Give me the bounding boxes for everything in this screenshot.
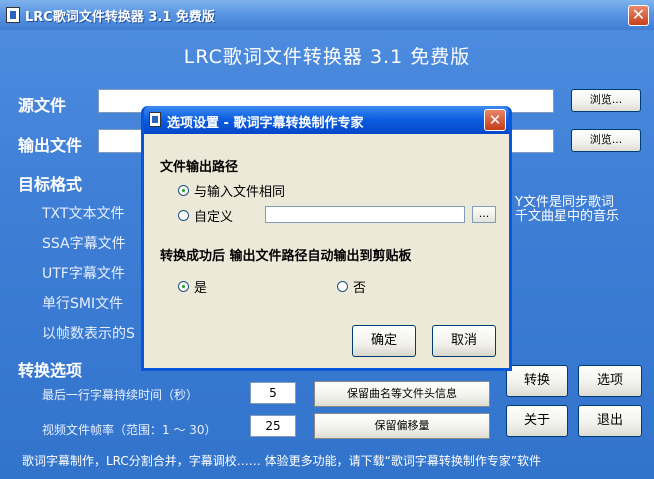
last-line-duration-label: 最后一行字幕持续时间（秒） (42, 388, 199, 402)
options-dialog: 选项设置 - 歌词字幕转换制作专家 ✕ 文件输出路径 与输入文件相同 自定义 .… (141, 106, 512, 371)
radio-clipboard-no-label: 否 (353, 281, 367, 296)
ok-button[interactable]: 确定 (352, 325, 416, 357)
dialog-title: 选项设置 - 歌词字幕转换制作专家 (167, 116, 364, 131)
radio-selected-icon (178, 281, 189, 292)
output-file-label: 输出文件 (18, 136, 83, 155)
dialog-close-button[interactable]: ✕ (484, 109, 506, 131)
title-bar[interactable]: LRC歌词文件转换器 3.1 免费版 ✕ (0, 0, 654, 30)
format-smi[interactable]: 单行SMI文件 (42, 293, 123, 313)
keep-header-button[interactable]: 保留曲名等文件头信息 (314, 381, 490, 407)
radio-custom[interactable]: 自定义 (178, 206, 233, 225)
output-browse-button[interactable]: 浏览... (571, 129, 641, 152)
dialog-app-icon (149, 112, 161, 127)
options-button[interactable]: 选项 (578, 365, 642, 397)
format-frames[interactable]: 以帧数表示的S (42, 323, 135, 343)
app-icon (6, 7, 20, 23)
output-path-heading: 文件输出路径 (160, 160, 239, 175)
radio-unselected-icon (337, 281, 348, 292)
radio-clipboard-yes-label: 是 (194, 281, 208, 296)
format-txt[interactable]: TXT文本文件 (42, 203, 124, 223)
fps-label: 视频文件帧率（范围：1 ～ 30） (42, 423, 217, 437)
convert-button[interactable]: 转换 (506, 365, 568, 397)
app-banner: LRC歌词文件转换器 3.1 免费版 (183, 46, 471, 68)
convert-options-label: 转换选项 (18, 361, 83, 380)
fps-input[interactable]: 25 (250, 415, 296, 437)
source-browse-button[interactable]: 浏览... (571, 89, 641, 112)
radio-custom-label: 自定义 (194, 210, 234, 225)
format-utf[interactable]: UTF字幕文件 (42, 263, 125, 283)
about-button[interactable]: 关于 (506, 405, 568, 437)
radio-clipboard-no[interactable]: 否 (337, 277, 366, 296)
dialog-body: 文件输出路径 与输入文件相同 自定义 ... 转换成功后 输出文件路径自动输出到… (144, 134, 509, 368)
side-note-line-1: Y文件是同步歌词 (515, 195, 614, 210)
side-note-line-2: 千文曲星中的音乐 (515, 209, 620, 224)
radio-selected-icon (178, 185, 189, 196)
footer-promo: 歌词字幕制作，LRC分割合并，字幕调校…… 体验更多功能，请下载“歌词字幕转换制… (22, 454, 542, 468)
radio-same-as-input[interactable]: 与输入文件相同 (178, 181, 285, 200)
radio-clipboard-yes[interactable]: 是 (178, 277, 207, 296)
radio-unselected-icon (178, 210, 189, 221)
custom-path-input[interactable] (265, 206, 465, 223)
clipboard-heading: 转换成功后 输出文件路径自动输出到剪贴板 (160, 249, 412, 264)
format-ssa[interactable]: SSA字幕文件 (42, 233, 126, 253)
dialog-title-bar[interactable]: 选项设置 - 歌词字幕转换制作专家 ✕ (144, 106, 509, 134)
close-button[interactable]: ✕ (628, 5, 649, 26)
radio-same-as-input-label: 与输入文件相同 (194, 185, 286, 200)
custom-path-browse-button[interactable]: ... (472, 206, 496, 223)
last-line-duration-input[interactable]: 5 (250, 382, 296, 404)
window-title: LRC歌词文件转换器 3.1 免费版 (25, 10, 215, 25)
target-format-label: 目标格式 (18, 175, 83, 194)
cancel-button[interactable]: 取消 (432, 325, 496, 357)
source-file-label: 源文件 (18, 96, 67, 115)
exit-button[interactable]: 退出 (578, 405, 642, 437)
keep-offset-button[interactable]: 保留偏移量 (314, 413, 490, 439)
